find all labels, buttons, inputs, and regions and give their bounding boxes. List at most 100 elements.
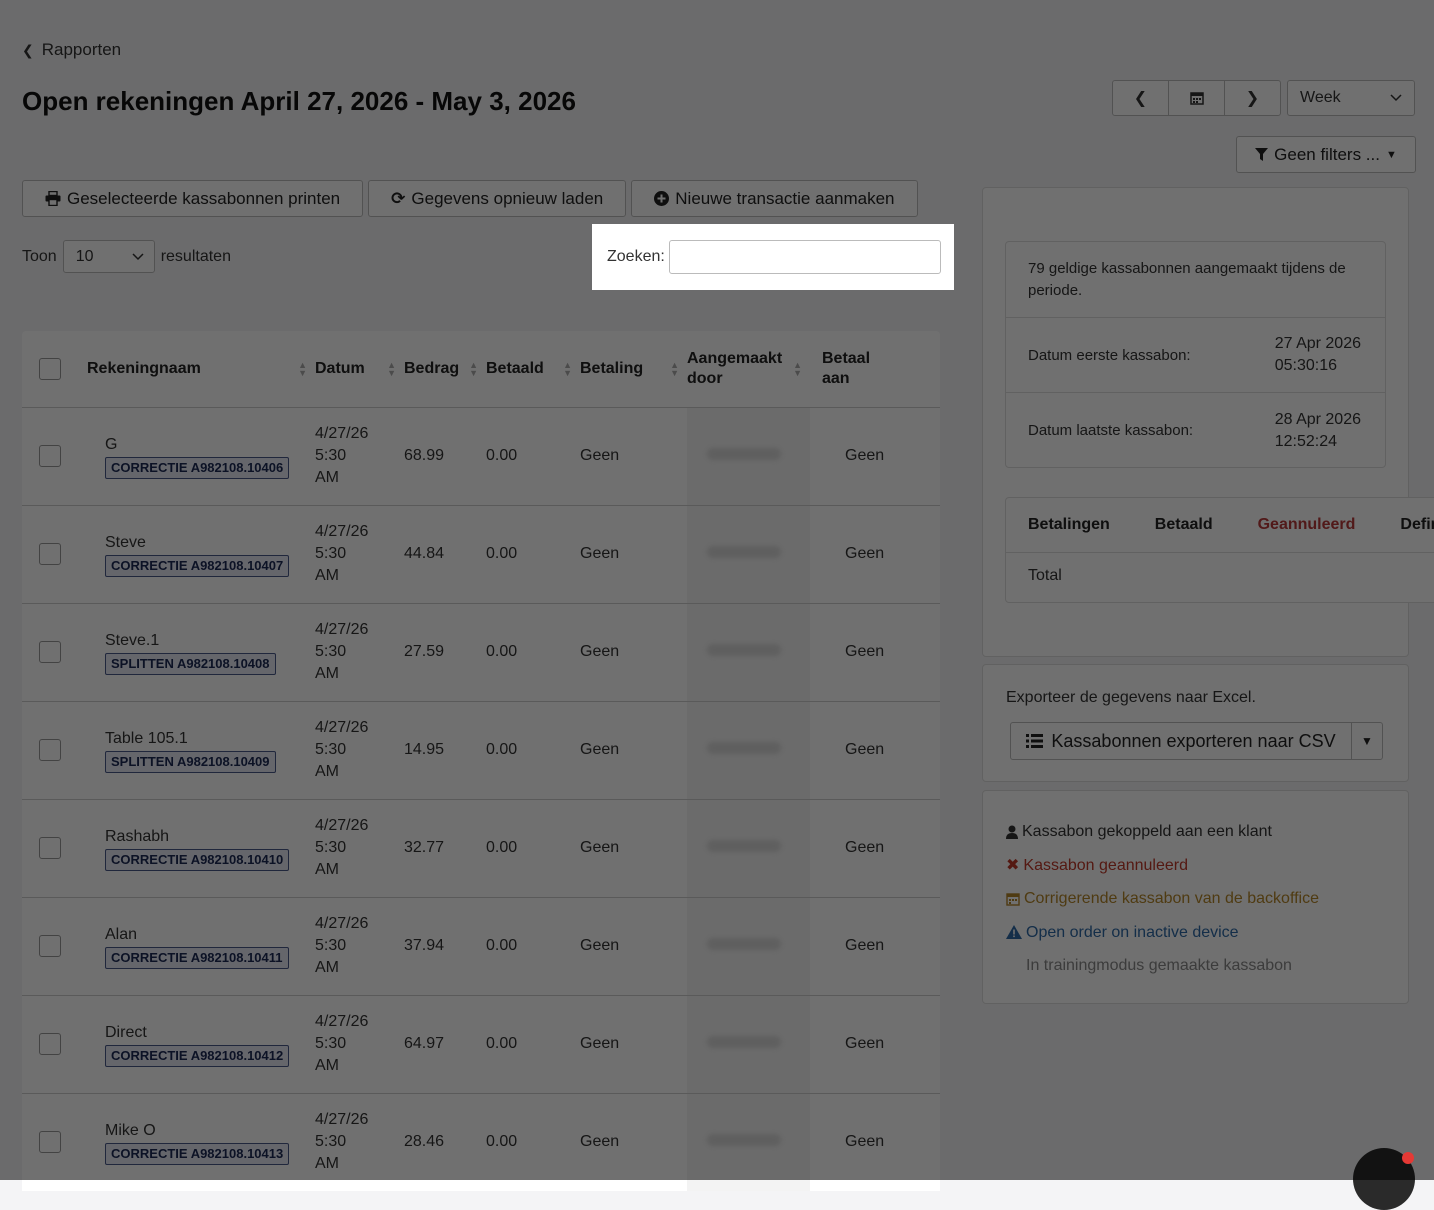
table-row[interactable]: Steve CORRECTIE A982108.10407 4/27/26 5:… <box>22 505 940 604</box>
row-checkbox[interactable] <box>39 837 61 859</box>
paid-to-cell: Geen <box>810 505 940 604</box>
table-row[interactable]: Alan CORRECTIE A982108.10411 4/27/26 5:3… <box>22 897 940 996</box>
created-by-cell <box>687 701 810 800</box>
search-label: Zoeken: <box>607 248 665 265</box>
export-options-toggle[interactable]: ▼ <box>1351 722 1383 760</box>
row-checkbox[interactable] <box>39 1033 61 1055</box>
payment-cell: Geen <box>580 995 687 1094</box>
column-header-amount-label: Bedrag <box>404 359 460 377</box>
period-select[interactable]: Week <box>1287 80 1415 116</box>
amount-cell: 68.99 <box>404 407 486 506</box>
redacted-text <box>707 1134 781 1146</box>
payments-col-paid: Betaald <box>1154 516 1213 533</box>
column-header-name[interactable]: Rekeningnaam ▲ ▼ <box>87 331 315 408</box>
row-checkbox[interactable] <box>39 739 61 761</box>
new-transaction-button[interactable]: Nieuwe transactie aanmaken <box>631 180 918 217</box>
redacted-text <box>707 742 781 754</box>
date-value: 4/27/26 <box>315 523 369 540</box>
column-header-created-by-label-2: door <box>687 369 723 387</box>
export-csv-label: Kassabonnen exporteren naar CSV <box>1051 730 1336 751</box>
receipt-badge[interactable]: CORRECTIE A982108.10406 <box>105 456 290 479</box>
paid-cell: 0.00 <box>486 603 580 702</box>
legend-item-customer: Kassabon gekoppeld aan een klant <box>1006 815 1319 849</box>
redacted-text <box>707 938 781 950</box>
first-receipt-row: Datum eerste kassabon: 27 Apr 2026 05:30… <box>1006 318 1385 393</box>
table-row[interactable]: Rashabh CORRECTIE A982108.10410 4/27/26 … <box>22 799 940 898</box>
date-cell: 4/27/26 5:30 AM <box>315 897 404 996</box>
table-row[interactable]: Steve.1 SPLITTEN A982108.10408 4/27/26 5… <box>22 603 940 702</box>
column-header-created-by[interactable]: Aangemaakt door ▲ ▼ <box>687 331 810 408</box>
meridiem-value: AM <box>315 959 339 976</box>
amount-cell: 44.84 <box>404 505 486 604</box>
table-row[interactable]: G CORRECTIE A982108.10406 4/27/26 5:30 A… <box>22 407 940 506</box>
row-select-cell <box>22 701 87 800</box>
receipt-badge[interactable]: SPLITTEN A982108.10409 <box>105 750 276 773</box>
redacted-text <box>707 546 781 558</box>
paid-cell: 0.00 <box>486 701 580 800</box>
payment-cell: Geen <box>580 505 687 604</box>
amount-cell: 37.94 <box>404 897 486 996</box>
row-checkbox[interactable] <box>39 543 61 565</box>
amount-cell: 28.46 <box>404 1093 486 1191</box>
receipt-badge[interactable]: CORRECTIE A982108.10407 <box>105 554 290 577</box>
account-name-cell: Alan CORRECTIE A982108.10411 <box>87 897 315 996</box>
column-header-amount[interactable]: Bedrag ▲ ▼ <box>404 331 486 408</box>
column-header-created-by-label: Aangemaakt <box>687 349 783 367</box>
redacted-text <box>707 840 781 852</box>
column-header-paid-to[interactable]: Betaal aan <box>810 331 940 408</box>
next-period-button[interactable]: ❯ <box>1224 80 1281 116</box>
page-length-select[interactable]: 10 <box>62 240 155 273</box>
first-receipt-value: 27 Apr 2026 05:30:16 <box>1275 333 1361 377</box>
row-checkbox[interactable] <box>39 935 61 957</box>
page-length-suffix: resultaten <box>160 247 231 265</box>
receipt-badge[interactable]: CORRECTIE A982108.10413 <box>105 1142 290 1165</box>
table-row[interactable]: Mike O CORRECTIE A982108.10413 4/27/26 5… <box>22 1093 940 1191</box>
print-selected-button[interactable]: Geselecteerde kassabonnen printen <box>22 180 364 217</box>
row-checkbox[interactable] <box>39 445 61 467</box>
export-csv-button[interactable]: Kassabonnen exporteren naar CSV <box>1010 722 1352 760</box>
previous-period-button[interactable]: ❮ <box>1112 80 1169 116</box>
receipt-badge[interactable]: CORRECTIE A982108.10412 <box>105 1044 290 1067</box>
date-value: 4/27/26 <box>315 1111 369 1128</box>
filters-button[interactable]: Geen filters ... ▼ <box>1236 136 1416 173</box>
redacted-text <box>707 644 781 656</box>
paid-to-cell: Geen <box>810 603 940 702</box>
date-value: 4/27/26 <box>315 425 369 442</box>
last-receipt-date: 28 Apr 2026 <box>1274 410 1361 428</box>
reload-data-button[interactable]: ⟳ Gegevens opnieuw laden <box>368 180 627 217</box>
row-checkbox[interactable] <box>39 1131 61 1153</box>
export-description: Exporteer de gegevens naar Excel. <box>1006 689 1256 706</box>
column-header-paid[interactable]: Betaald ▲ ▼ <box>486 331 580 408</box>
page-title: Open rekeningen April 27, 2026 - May 3, … <box>22 86 576 116</box>
search-input[interactable] <box>668 240 941 274</box>
receipt-count-text: 79 geldige kassabonnen aangemaakt tijden… <box>1006 242 1385 318</box>
new-transaction-label: Nieuwe transactie aanmaken <box>675 188 895 208</box>
last-receipt-value: 28 Apr 2026 12:52:24 <box>1275 409 1361 453</box>
row-checkbox[interactable] <box>39 641 61 663</box>
receipt-badge[interactable]: CORRECTIE A982108.10411 <box>105 946 289 969</box>
column-header-payment[interactable]: Betaling ▲ ▼ <box>580 331 687 408</box>
row-select-cell <box>22 799 87 898</box>
refresh-icon: ⟳ <box>391 188 406 208</box>
column-header-date[interactable]: Datum ▲ ▼ <box>315 331 404 408</box>
export-panel: Exporteer de gegevens naar Excel. Kassab… <box>982 664 1409 782</box>
chevron-down-icon <box>132 252 144 260</box>
receipt-badge[interactable]: SPLITTEN A982108.10408 <box>105 652 276 675</box>
time-value: 5:30 <box>315 839 347 856</box>
warning-icon <box>1006 925 1022 940</box>
payments-table: Betalingen Betaald Geannuleerd Defini To… <box>1005 497 1434 603</box>
created-by-cell <box>687 1093 810 1191</box>
amount-cell: 64.97 <box>404 995 486 1094</box>
first-receipt-time: 05:30:16 <box>1274 357 1337 374</box>
receipt-badge[interactable]: CORRECTIE A982108.10410 <box>105 848 290 871</box>
back-link[interactable]: ❮ Rapporten <box>22 40 121 60</box>
account-name-cell: Rashabh CORRECTIE A982108.10410 <box>87 799 315 898</box>
select-all-checkbox[interactable] <box>39 357 61 380</box>
table-row[interactable]: Table 105.1 SPLITTEN A982108.10409 4/27/… <box>22 701 940 800</box>
paid-cell: 0.00 <box>486 1093 580 1191</box>
paid-to-cell: Geen <box>810 799 940 898</box>
table-row[interactable]: Direct CORRECTIE A982108.10412 4/27/26 5… <box>22 995 940 1094</box>
paid-to-cell: Geen <box>810 407 940 506</box>
calendar-button[interactable] <box>1168 80 1225 116</box>
report-page: ❮ Rapporten Open rekeningen April 27, 20… <box>0 0 1434 1210</box>
